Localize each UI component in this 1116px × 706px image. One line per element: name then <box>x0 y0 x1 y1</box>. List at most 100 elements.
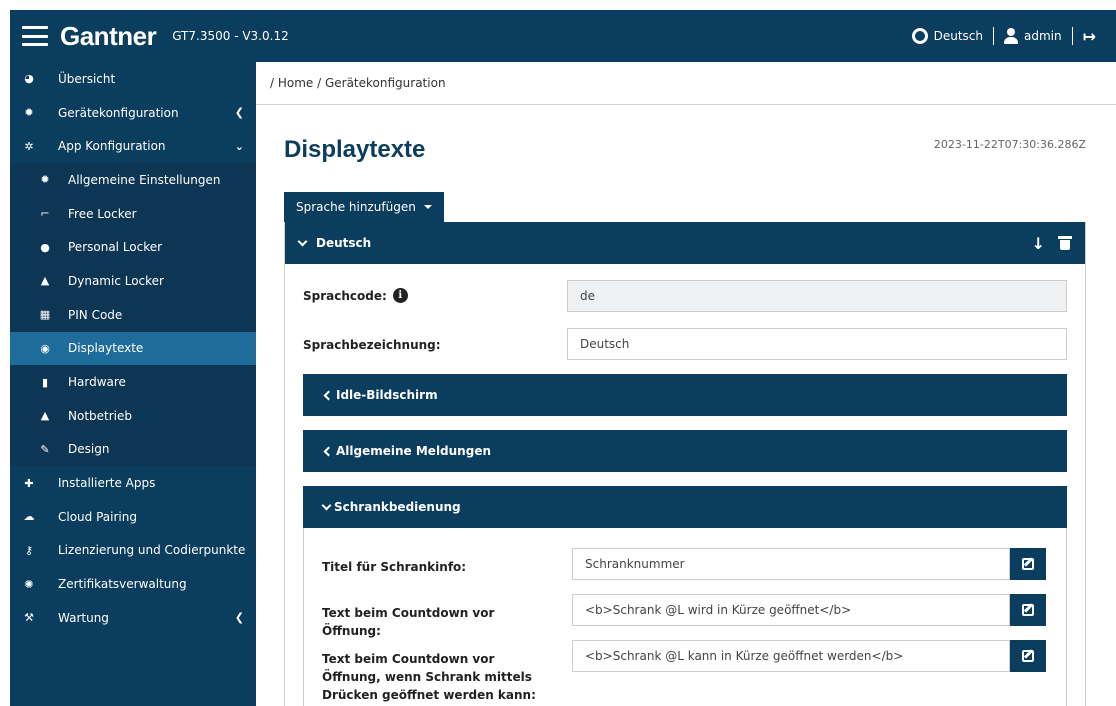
divider <box>1071 27 1073 45</box>
lock-icon: ▲ <box>40 274 50 288</box>
unlock-icon: ⌐ <box>40 207 50 221</box>
sidebar-item-wartung[interactable]: ⚒ Wartung ❮ <box>10 601 256 635</box>
edit-button[interactable] <box>1010 548 1046 580</box>
info-icon[interactable]: i <box>392 288 408 303</box>
language-panel-header[interactable]: Deutsch ↓ <box>285 222 1085 264</box>
pie-chart-icon: ◕ <box>24 72 34 86</box>
language-code-label-text: Sprachcode: <box>303 288 387 303</box>
sidebar-item-displaytexte[interactable]: ◉ Displaytexte <box>10 331 256 366</box>
section-title: Idle-Bildschirm <box>336 388 438 402</box>
locker-info-title-label: Titel für Schrankinfo: <box>322 560 467 574</box>
sidebar-item-label: Wartung <box>58 610 109 625</box>
globe-icon <box>911 28 928 44</box>
sidebar-submenu: ✹ Allgemeine Einstellungen ⌐ Free Locker… <box>10 163 256 467</box>
language-name-label: Sprachbezeichnung: <box>303 338 441 352</box>
caret-down-icon <box>423 205 432 209</box>
sidebar-item-label: Design <box>68 442 110 457</box>
chevron-left-icon: ❮ <box>234 611 244 625</box>
certificate-icon: ✺ <box>24 577 34 591</box>
sidebar-item-geraetekonfiguration[interactable]: ✹ Gerätekonfiguration ❮ <box>10 96 256 130</box>
puzzle-icon: ✚ <box>24 476 34 490</box>
sidebar-item-personal-locker[interactable]: ● Personal Locker <box>10 230 256 264</box>
language-name-field[interactable]: Deutsch <box>567 328 1067 360</box>
section-locker-operation[interactable]: Schrankbedienung <box>303 486 1067 528</box>
user-icon: ● <box>40 240 50 254</box>
sidebar-item-notbetrieb[interactable]: ▲ Notbetrieb <box>10 399 256 433</box>
sidebar-item-installierte-apps[interactable]: ✚ Installierte Apps <box>10 466 256 500</box>
cloud-icon: ☁ <box>23 510 35 524</box>
countdown-press-text-label: Text beim Countdown vor Öffnung, wenn Sc… <box>322 652 536 702</box>
section-general-messages[interactable]: Allgemeine Meldungen <box>303 430 1067 472</box>
sidebar-item-label: Free Locker <box>68 206 137 221</box>
username: admin <box>1023 29 1062 43</box>
locker-info-title-field[interactable]: Schranknummer <box>572 548 1010 580</box>
sidebar-item-dynamic-locker[interactable]: ▲ Dynamic Locker <box>10 264 256 298</box>
gear-icon: ✹ <box>24 106 34 120</box>
brand-logo: Gantner <box>60 20 157 51</box>
sidebar-item-zertifikatsverwaltung[interactable]: ✺ Zertifikatsverwaltung <box>10 567 256 601</box>
sidebar-item-cloud-pairing[interactable]: ☁ Cloud Pairing <box>10 500 256 534</box>
language-panel-title: Deutsch <box>316 236 372 250</box>
chevron-left-icon <box>323 446 334 456</box>
main-content: / Home / Gerätekonfiguration Displaytext… <box>256 62 1116 706</box>
sidebar-item-label: Allgemeine Einstellungen <box>68 172 221 187</box>
sidebar-item-hardware[interactable]: ▮ Hardware <box>10 365 256 399</box>
warning-icon: ▲ <box>40 409 50 423</box>
sidebar-item-app-konfiguration[interactable]: ✲ App Konfiguration ⌄ <box>10 129 256 163</box>
logout-icon[interactable]: ↦ <box>1083 27 1096 46</box>
user-menu[interactable]: admin <box>1003 28 1062 44</box>
sidebar-item-allgemeine-einstellungen[interactable]: ✹ Allgemeine Einstellungen <box>10 163 256 197</box>
gear-icon: ✹ <box>40 173 50 187</box>
key-icon: ⚷ <box>24 543 34 557</box>
sidebar-item-label: Dynamic Locker <box>68 273 164 288</box>
trash-icon[interactable] <box>1058 236 1072 250</box>
section-title: Schrankbedienung <box>334 500 461 514</box>
section-title: Allgemeine Meldungen <box>336 444 491 458</box>
topbar-actions: Deutsch admin ↦ <box>911 27 1096 46</box>
breadcrumb[interactable]: / Home / Gerätekonfiguration <box>270 76 446 90</box>
download-icon[interactable]: ↓ <box>1032 234 1045 253</box>
edit-button[interactable] <box>1010 640 1046 672</box>
sidebar-item-label: Installierte Apps <box>58 476 156 491</box>
sidebar: ◕ Übersicht ✹ Gerätekonfiguration ❮ ✲ Ap… <box>10 62 256 706</box>
window-top-edge <box>0 0 1116 10</box>
sidebar-item-label: Lizenzierung und Codierpunkte <box>58 543 246 558</box>
sidebar-item-label: Cloud Pairing <box>58 509 137 524</box>
gears-icon: ✲ <box>24 139 34 153</box>
menu-toggle-icon[interactable] <box>22 26 48 46</box>
language-label: Deutsch <box>933 29 983 43</box>
countdown-text-field[interactable]: <b>Schrank @L wird in Kürze geöffnet</b> <box>572 594 1010 626</box>
countdown-press-text-field[interactable]: <b>Schrank @L kann in Kürze geöffnet wer… <box>572 640 1010 672</box>
divider <box>992 27 994 45</box>
sidebar-item-label: App Konfiguration <box>58 139 166 154</box>
edit-icon <box>1022 558 1034 570</box>
sidebar-item-label: Übersicht <box>58 71 116 86</box>
section-idle-screen[interactable]: Idle-Bildschirm <box>303 374 1067 416</box>
globe-icon: ◉ <box>40 341 50 355</box>
sidebar-item-label: Hardware <box>68 375 126 390</box>
chevron-down-icon <box>321 500 332 510</box>
add-language-button[interactable]: Sprache hinzufügen <box>284 192 444 222</box>
sidebar-item-pin-code[interactable]: ▦ PIN Code <box>10 298 256 332</box>
language-code-field: de <box>567 280 1067 312</box>
user-icon <box>1003 28 1018 44</box>
language-selector[interactable]: Deutsch <box>911 28 983 44</box>
sidebar-item-uebersicht[interactable]: ◕ Übersicht <box>10 62 256 96</box>
language-panel: Deutsch ↓ Sprachcode: i de Sprachbezeich… <box>284 222 1086 706</box>
sidebar-item-label: Displaytexte <box>68 341 144 356</box>
chevron-left-icon: ❮ <box>234 106 244 120</box>
chip-icon: ▮ <box>41 375 49 389</box>
countdown-text-label: Text beim Countdown vor Öffnung: <box>322 606 495 638</box>
page-title: Displaytexte <box>284 136 426 163</box>
sidebar-item-free-locker[interactable]: ⌐ Free Locker <box>10 197 256 231</box>
sidebar-item-design[interactable]: ✎ Design <box>10 433 256 467</box>
firmware-version: GT7.3500 - V3.0.12 <box>172 29 289 43</box>
wrench-icon: ⚒ <box>24 611 34 625</box>
locker-operation-body: Titel für Schrankinfo: Schranknummer Tex… <box>303 528 1067 706</box>
keypad-icon: ▦ <box>39 308 51 322</box>
edit-button[interactable] <box>1010 594 1046 626</box>
sidebar-item-lizenzierung[interactable]: ⚷ Lizenzierung und Codierpunkte <box>10 534 256 568</box>
edit-icon <box>1022 650 1034 662</box>
chevron-down-icon <box>297 236 308 246</box>
chevron-left-icon <box>323 390 334 400</box>
